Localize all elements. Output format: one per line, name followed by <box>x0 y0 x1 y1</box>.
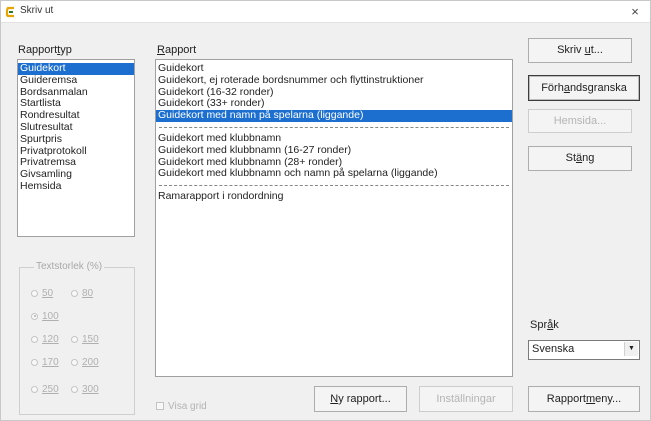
font-size-option-label: 170 <box>42 357 59 368</box>
report-item[interactable]: Guidekort med klubbnamn och namn på spel… <box>156 168 512 180</box>
language-select[interactable]: Svenska ▼ <box>528 340 640 360</box>
language-label: Språk <box>530 319 559 331</box>
radio-dot <box>31 312 38 320</box>
report-type-item[interactable]: Guideremsa <box>18 74 134 87</box>
radio-dot <box>71 335 78 343</box>
font-size-option-label: 200 <box>82 357 99 368</box>
font-size-radio[interactable]: 100 <box>31 311 59 322</box>
report-item[interactable]: Guidekort med klubbnamn (16-27 ronder) <box>156 144 512 157</box>
font-size-option-label: 50 <box>42 288 54 299</box>
language-value: Svenska <box>532 343 575 355</box>
title-bar: Skriv ut × <box>1 1 650 23</box>
font-size-radio[interactable]: 300 <box>71 384 99 395</box>
font-size-option-label: 250 <box>42 384 59 395</box>
report-type-item[interactable]: Hemsida <box>18 180 134 193</box>
font-size-group-title: Textstorlek (%) <box>34 261 105 272</box>
report-type-list[interactable]: Guidekort Guideremsa Bordsanmalan Startlist… <box>17 59 135 237</box>
radio-dot <box>31 358 38 366</box>
font-size-option-label: 120 <box>42 334 59 345</box>
font-size-radio[interactable]: 80 <box>71 288 93 299</box>
report-item[interactable]: Guidekort, ej roterade bordsnummer och f… <box>156 74 512 87</box>
font-size-radio[interactable]: 150 <box>71 334 99 345</box>
report-item[interactable]: Guidekort med klubbnamn <box>156 132 512 145</box>
show-grid-label: Visa grid <box>168 401 207 412</box>
font-size-radio[interactable]: 120 <box>31 334 59 345</box>
report-type-item[interactable]: Spurtpris <box>18 133 134 146</box>
radio-dot <box>71 358 78 366</box>
radio-dot <box>71 289 78 297</box>
font-size-option-label: 80 <box>82 288 94 299</box>
report-type-label: Rapporttyp <box>18 44 72 56</box>
radio-dot <box>31 385 38 393</box>
app-icon <box>5 6 16 18</box>
font-size-radio[interactable]: 170 <box>31 357 59 368</box>
font-size-radio[interactable]: 200 <box>71 357 99 368</box>
homepage-button[interactable]: Hemsida... <box>528 109 632 133</box>
report-item[interactable]: Guidekort med namn på spelarna (liggande… <box>156 109 512 122</box>
report-list[interactable]: Guidekort Guidekort, ej roterade bordsnum… <box>155 59 513 377</box>
window-title: Skriv ut <box>20 5 54 16</box>
report-type-item[interactable]: Slutresultat <box>18 121 134 134</box>
font-size-radio[interactable]: 250 <box>31 384 59 395</box>
radio-dot <box>71 385 78 393</box>
font-size-radio[interactable]: 50 <box>31 288 53 299</box>
chevron-down-icon: ▼ <box>624 342 638 356</box>
font-size-option-label: 300 <box>82 384 99 395</box>
print-button[interactable]: Skriv ut... <box>528 38 632 63</box>
new-report-button[interactable]: Ny rapport... <box>314 386 407 412</box>
close-icon[interactable]: × <box>626 3 644 21</box>
group-separator <box>159 185 509 187</box>
checkbox-box <box>156 402 164 411</box>
group-separator <box>159 126 509 128</box>
radio-dot <box>31 335 38 343</box>
report-menu-button[interactable]: Rapportmeny... <box>528 386 640 412</box>
report-item[interactable]: Ramarapport i rondordning <box>156 190 512 203</box>
settings-button[interactable]: Inställningar <box>419 386 513 412</box>
font-size-option-label: 100 <box>42 311 59 322</box>
font-size-option-label: 150 <box>82 334 99 345</box>
show-grid-checkbox[interactable]: Visa grid <box>156 401 207 412</box>
radio-dot <box>31 289 38 297</box>
report-label: Rapport <box>157 44 197 56</box>
print-dialog: Skriv ut × Rapporttyp Guidekort Guiderems… <box>0 0 651 421</box>
preview-button[interactable]: Förhandsgranska <box>528 75 640 101</box>
close-button[interactable]: Stäng <box>528 146 632 171</box>
